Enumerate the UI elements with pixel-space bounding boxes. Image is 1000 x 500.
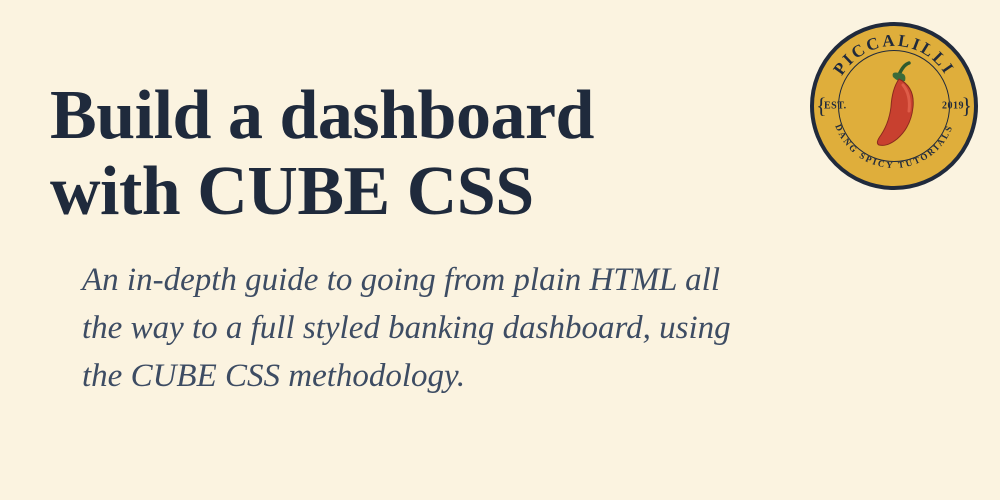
chili-pepper-icon	[859, 61, 929, 151]
brace-right-icon: }	[961, 93, 972, 119]
badge-est-label: EST.	[824, 101, 847, 112]
page-title: Build a dashboard with CUBE CSS	[50, 78, 760, 229]
hero-content: Build a dashboard with CUBE CSS An in-de…	[0, 0, 820, 401]
title-line-1: Build a dashboard	[50, 77, 594, 154]
page-subtitle: An in-depth guide to going from plain HT…	[82, 257, 760, 401]
brand-badge: PICCALILLI DANG SPICY TUTORIALS { EST. 2…	[810, 22, 978, 190]
title-line-2: with CUBE CSS	[50, 153, 534, 230]
